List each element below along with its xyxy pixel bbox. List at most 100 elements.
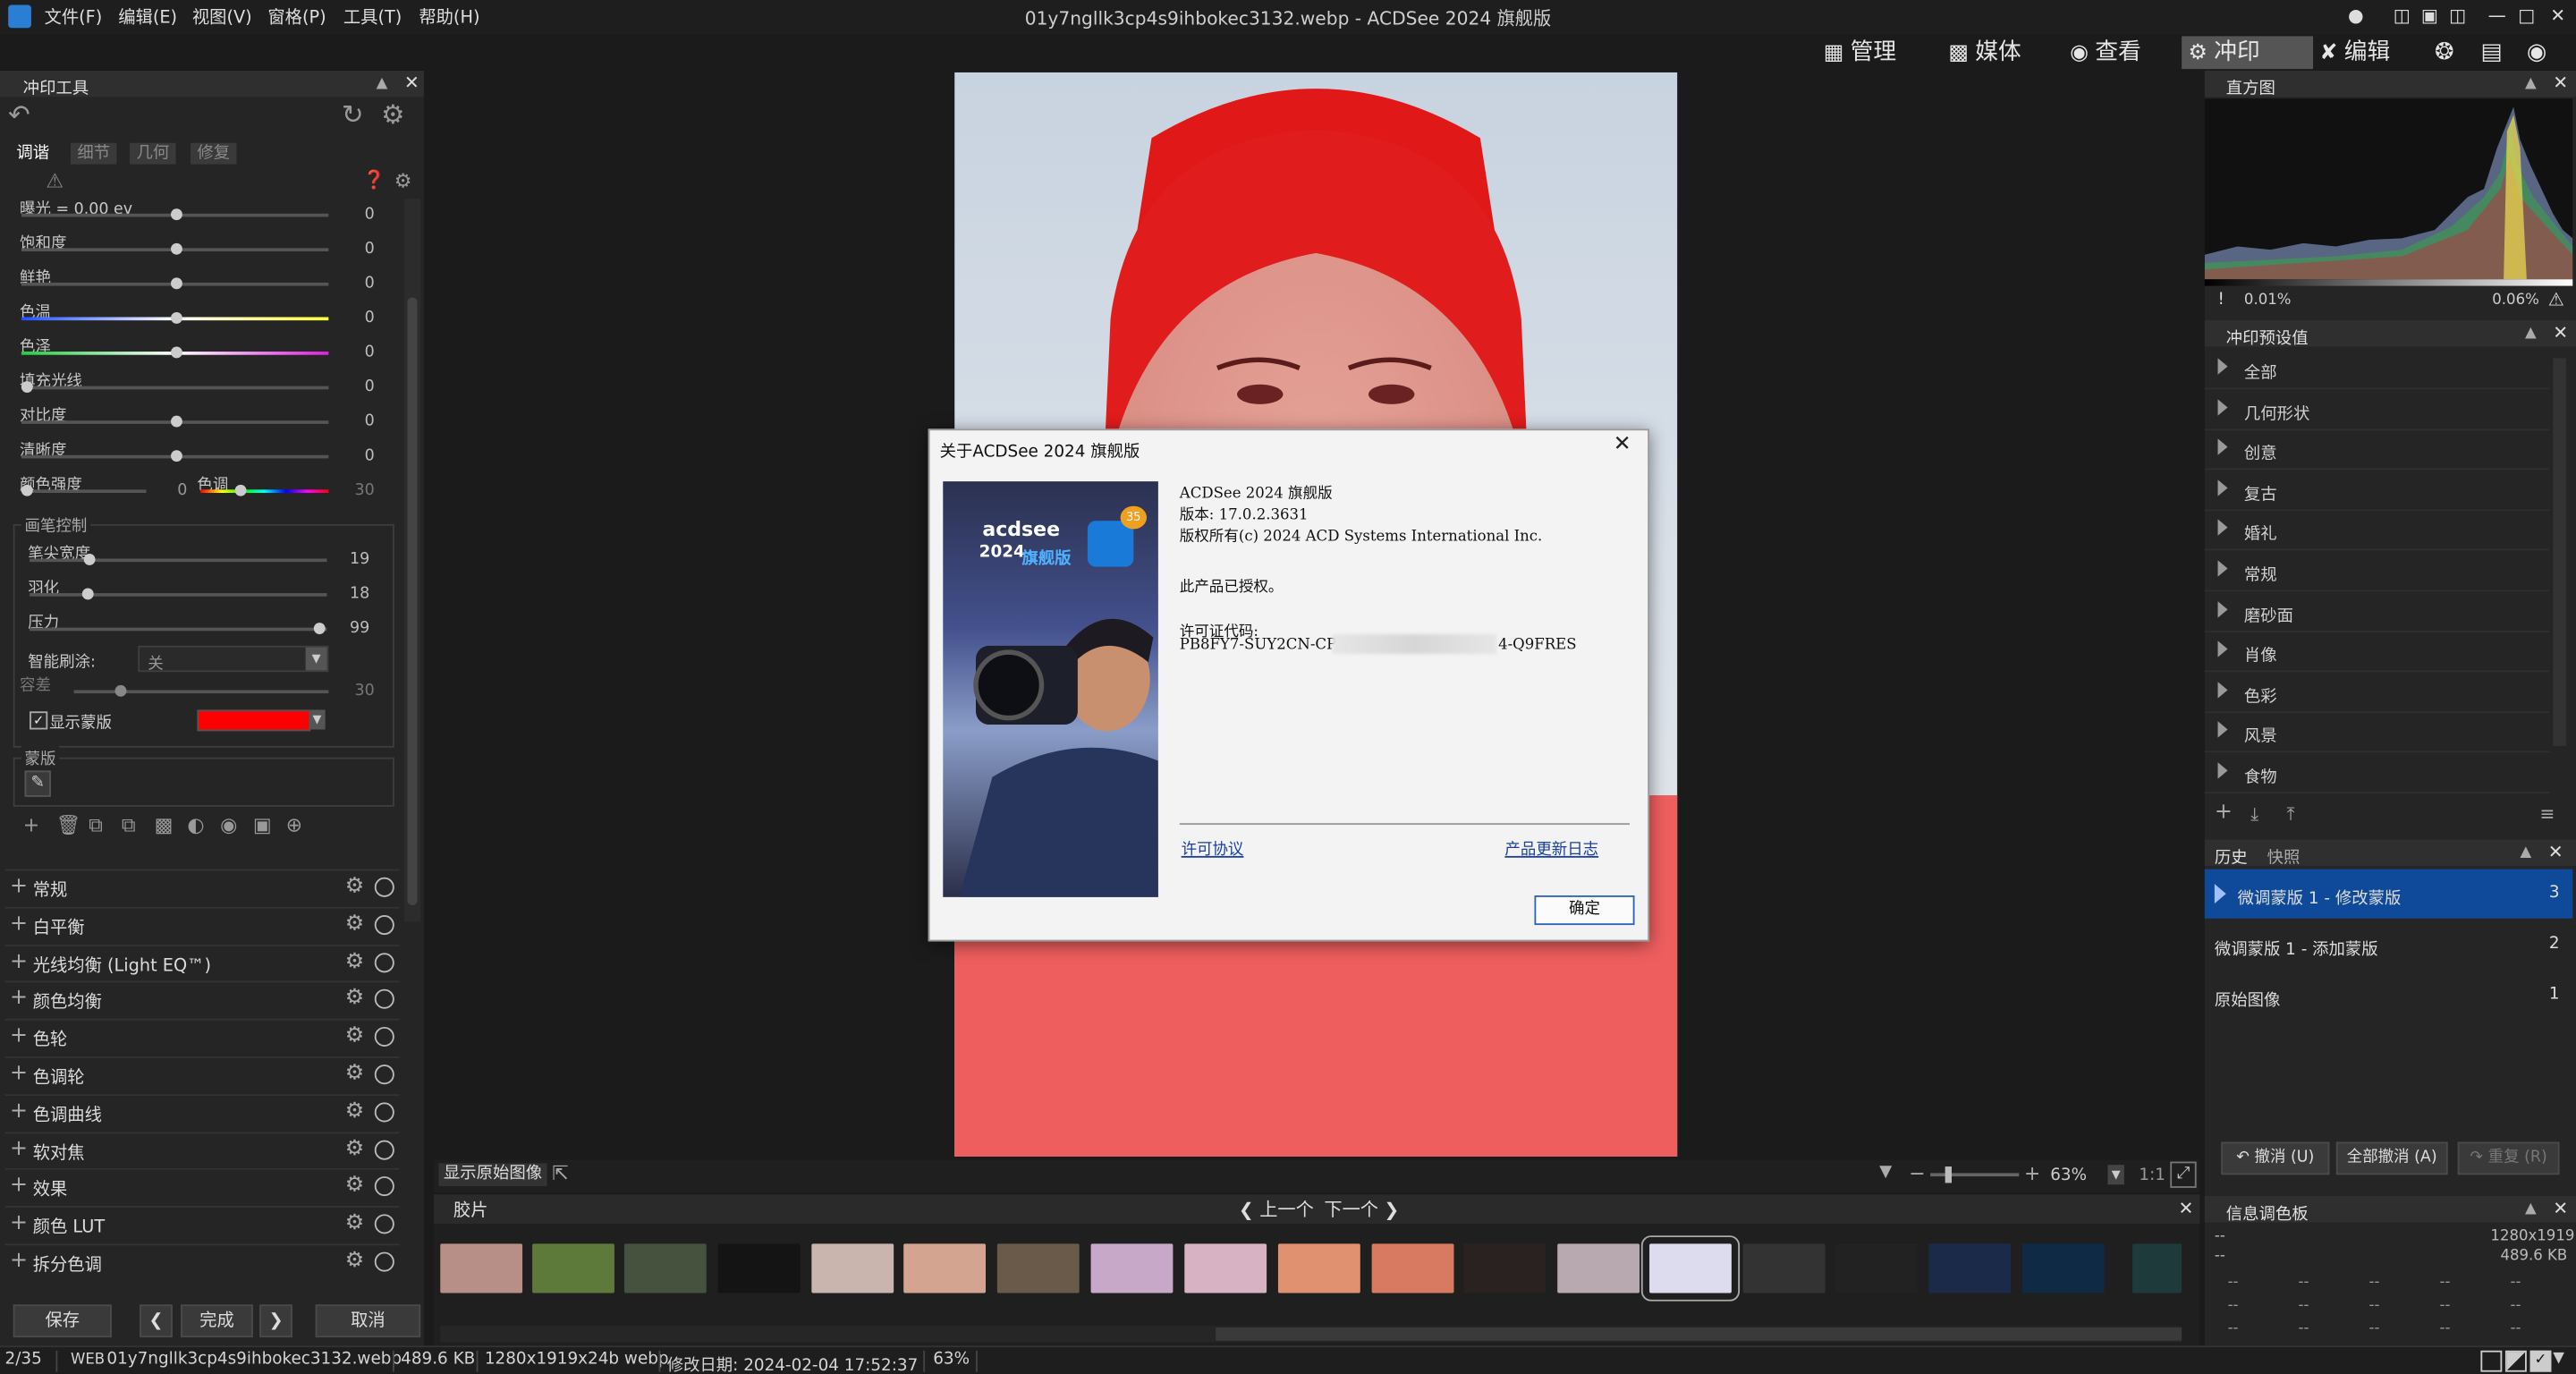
gear-icon[interactable]: ⚙ bbox=[345, 1174, 364, 1199]
tab-history[interactable]: 历史 bbox=[2215, 843, 2248, 868]
show-original-button[interactable]: 显示原始图像 bbox=[438, 1163, 547, 1187]
maximize-button[interactable]: □ bbox=[2513, 4, 2539, 30]
filmstrip-thumbnail[interactable] bbox=[1277, 1243, 1360, 1293]
tools-scrollbar-thumb[interactable] bbox=[407, 297, 418, 906]
status-menu-icon[interactable]: ▼ bbox=[2553, 1351, 2564, 1367]
prev-button[interactable]: ❮ 上一个 bbox=[1239, 1196, 1314, 1222]
gear-icon[interactable]: ⚙ bbox=[345, 949, 364, 974]
filmstrip-scrollbar-thumb[interactable] bbox=[1216, 1327, 2182, 1341]
zoom-slider-thumb[interactable] bbox=[1945, 1166, 1952, 1183]
fullscreen-icon[interactable]: ⇱ bbox=[552, 1162, 568, 1185]
filmstrip-thumbnail[interactable] bbox=[1557, 1243, 1640, 1293]
pin-icon[interactable]: ▲ bbox=[2525, 1201, 2537, 1217]
presets-scrollbar[interactable] bbox=[2553, 358, 2566, 746]
snapshot-icon[interactable]: ▣ bbox=[253, 813, 272, 836]
undo-arrow-icon[interactable]: ↶ bbox=[8, 98, 30, 130]
highlight-warning-icon[interactable]: ⚠ bbox=[2548, 289, 2564, 310]
filmstrip-thumbnail[interactable] bbox=[1835, 1243, 1918, 1293]
slider-thumb[interactable] bbox=[21, 381, 33, 393]
section-4[interactable]: + 色轮 ⚙ bbox=[4, 1019, 400, 1055]
section-0[interactable]: + 常规 ⚙ bbox=[4, 869, 400, 905]
expand-triangle-icon[interactable] bbox=[2217, 479, 2228, 496]
slider-thumb[interactable] bbox=[170, 450, 182, 462]
mask-color-swatch[interactable] bbox=[197, 709, 311, 732]
mode-edit[interactable]: ✘ 编辑 bbox=[2319, 36, 2435, 69]
expand-triangle-icon[interactable] bbox=[2217, 681, 2228, 699]
dashboard-icon[interactable]: ▤ bbox=[2480, 36, 2513, 69]
gear-icon[interactable]: ⚙ bbox=[345, 1211, 364, 1236]
layout-left-icon[interactable]: ◫ bbox=[2389, 4, 2415, 30]
filmstrip-thumbnail[interactable] bbox=[903, 1243, 987, 1293]
filmstrip-thumbnail[interactable] bbox=[532, 1243, 614, 1293]
section-7[interactable]: + 软对焦 ⚙ bbox=[4, 1131, 400, 1167]
tab-tune[interactable]: 调谐 bbox=[10, 143, 55, 165]
dialog-close-button[interactable]: ✕ bbox=[1614, 432, 1631, 457]
license-agreement-link[interactable]: 许可协议 bbox=[1182, 836, 1244, 859]
tolerance-thumb[interactable] bbox=[114, 684, 127, 697]
tolerance-track[interactable] bbox=[73, 690, 329, 694]
expand-triangle-icon[interactable] bbox=[2217, 560, 2228, 577]
history-item[interactable]: 微调蒙版 1 - 修改蒙版 3 bbox=[2204, 869, 2573, 919]
close-window-button[interactable]: ✕ bbox=[2545, 4, 2571, 30]
filmstrip-thumbnail[interactable] bbox=[1742, 1243, 1826, 1293]
filmstrip-thumbnail[interactable] bbox=[1184, 1243, 1267, 1293]
expand-triangle-icon[interactable] bbox=[2217, 520, 2228, 537]
preset-item[interactable]: 复古 bbox=[2204, 470, 2550, 511]
brush-slider-track[interactable] bbox=[30, 627, 327, 632]
mode-media[interactable]: ▩ 媒体 bbox=[1948, 36, 2063, 69]
copy-icon[interactable]: ⧉ bbox=[89, 813, 103, 838]
toggle-circle-icon[interactable] bbox=[374, 1251, 394, 1272]
gear-icon[interactable]: ⚙ bbox=[345, 912, 364, 937]
delete-icon[interactable]: 🗑 bbox=[55, 813, 80, 836]
tab-snapshot[interactable]: 快照 bbox=[2267, 843, 2301, 868]
zoom-out-icon[interactable]: − bbox=[1909, 1162, 1925, 1185]
filmstrip-thumbnail[interactable] bbox=[717, 1243, 801, 1293]
close-history-button[interactable]: ✕ bbox=[2548, 841, 2563, 862]
preset-item[interactable]: 色彩 bbox=[2204, 672, 2550, 713]
filmstrip-thumbnail[interactable] bbox=[1463, 1243, 1546, 1293]
preset-item[interactable]: 创意 bbox=[2204, 429, 2550, 471]
pin-icon[interactable]: ▲ bbox=[2525, 326, 2537, 342]
ok-button[interactable]: 确定 bbox=[1534, 895, 1635, 926]
menu-view[interactable]: 视图(V) bbox=[192, 5, 252, 30]
zoom-menu-icon[interactable]: ▼ bbox=[1879, 1163, 1892, 1181]
history-item[interactable]: 微调蒙版 1 - 添加蒙版 2 bbox=[2205, 920, 2572, 970]
slider-track[interactable] bbox=[21, 386, 329, 390]
next-image-button[interactable]: ❯ bbox=[259, 1304, 292, 1338]
brush-slider-track[interactable] bbox=[30, 593, 327, 597]
invert-mask-icon[interactable]: ◐ bbox=[187, 813, 204, 836]
slider-thumb[interactable] bbox=[170, 311, 182, 324]
pin-icon[interactable]: ▲ bbox=[2520, 844, 2531, 861]
mode-develop[interactable]: ⚙ 冲印 bbox=[2182, 36, 2314, 70]
expand-triangle-icon[interactable] bbox=[2217, 762, 2228, 779]
brush-slider-thumb[interactable] bbox=[314, 623, 326, 634]
toggle-circle-icon[interactable] bbox=[374, 1064, 394, 1085]
toggle-circle-icon[interactable] bbox=[374, 877, 394, 897]
changelog-link[interactable]: 产品更新日志 bbox=[1504, 836, 1598, 859]
toggle-circle-icon[interactable] bbox=[374, 1176, 394, 1197]
expand-plus-icon[interactable]: + bbox=[10, 1211, 28, 1236]
filmstrip-thumbnail[interactable] bbox=[1928, 1243, 2012, 1293]
toggle-circle-icon[interactable] bbox=[374, 1139, 394, 1159]
layer-icon[interactable]: ▩ bbox=[155, 813, 174, 836]
target-icon[interactable]: ⊕ bbox=[286, 813, 302, 836]
hue-track[interactable] bbox=[200, 489, 329, 494]
preset-item[interactable]: 磨砂面 bbox=[2204, 590, 2550, 632]
undo-button[interactable]: ↶ 撤消 (U) bbox=[2221, 1141, 2330, 1175]
add-icon[interactable]: + bbox=[23, 813, 39, 836]
gear-icon[interactable]: ⚙ bbox=[345, 1062, 364, 1087]
expand-triangle-icon[interactable] bbox=[2217, 600, 2228, 617]
slider-thumb[interactable] bbox=[170, 346, 182, 359]
expand-plus-icon[interactable]: + bbox=[10, 949, 28, 974]
menu-help[interactable]: 帮助(H) bbox=[419, 5, 479, 30]
chevron-down-icon[interactable]: ▼ bbox=[305, 647, 327, 671]
toggle-circle-icon[interactable] bbox=[374, 1027, 394, 1047]
pin-icon[interactable]: ▲ bbox=[2525, 75, 2537, 91]
prev-image-button[interactable]: ❮ bbox=[140, 1304, 173, 1338]
close-filmstrip-button[interactable]: ✕ bbox=[2178, 1198, 2193, 1219]
close-presets-button[interactable]: ✕ bbox=[2553, 322, 2568, 344]
mode-view[interactable]: ◉ 查看 bbox=[2070, 36, 2185, 69]
tools-scrollbar[interactable] bbox=[403, 199, 421, 922]
preset-item[interactable]: 全部 bbox=[2204, 348, 2550, 390]
fit-screen-icon[interactable]: ⤢ bbox=[2170, 1161, 2197, 1188]
